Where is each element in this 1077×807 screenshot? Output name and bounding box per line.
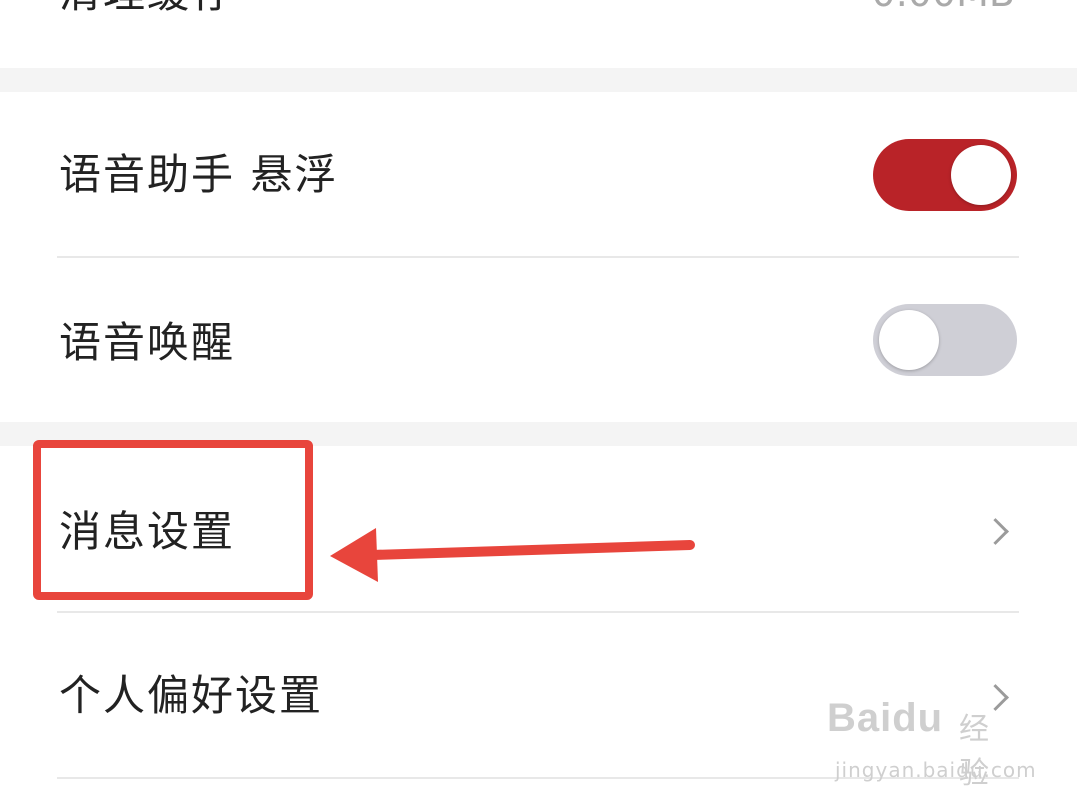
- settings-row-label: 语音唤醒: [59, 318, 236, 367]
- voice-assistant-float-toggle[interactable]: [873, 139, 1017, 211]
- settings-row-label: 个人偏好设置: [59, 671, 324, 720]
- settings-row-voice-assistant-float[interactable]: 语音助手 悬浮: [0, 92, 1077, 257]
- toggle-knob: [951, 145, 1011, 205]
- annotation-highlight-box: [33, 440, 313, 600]
- settings-row-voice-wakeup[interactable]: 语音唤醒: [0, 258, 1077, 422]
- watermark-logo: Baidu: [827, 696, 944, 740]
- baidu-jingyan-watermark: Baidu 经验 jingyan.baidu.com: [827, 690, 1036, 791]
- section-gap: [0, 68, 1077, 92]
- cache-size-value: 0.00MB: [872, 0, 1015, 18]
- chevron-right-icon: [982, 518, 1009, 545]
- voice-wakeup-toggle[interactable]: [873, 304, 1017, 376]
- settings-row-label: 语音助手 悬浮: [59, 150, 339, 199]
- watermark-url: jingyan.baidu.com: [835, 758, 1037, 782]
- settings-row-clear-cache[interactable]: 清理缓存 0.00MB: [0, 0, 1077, 68]
- settings-row-label: 清理缓存: [59, 0, 235, 18]
- toggle-knob: [879, 310, 939, 370]
